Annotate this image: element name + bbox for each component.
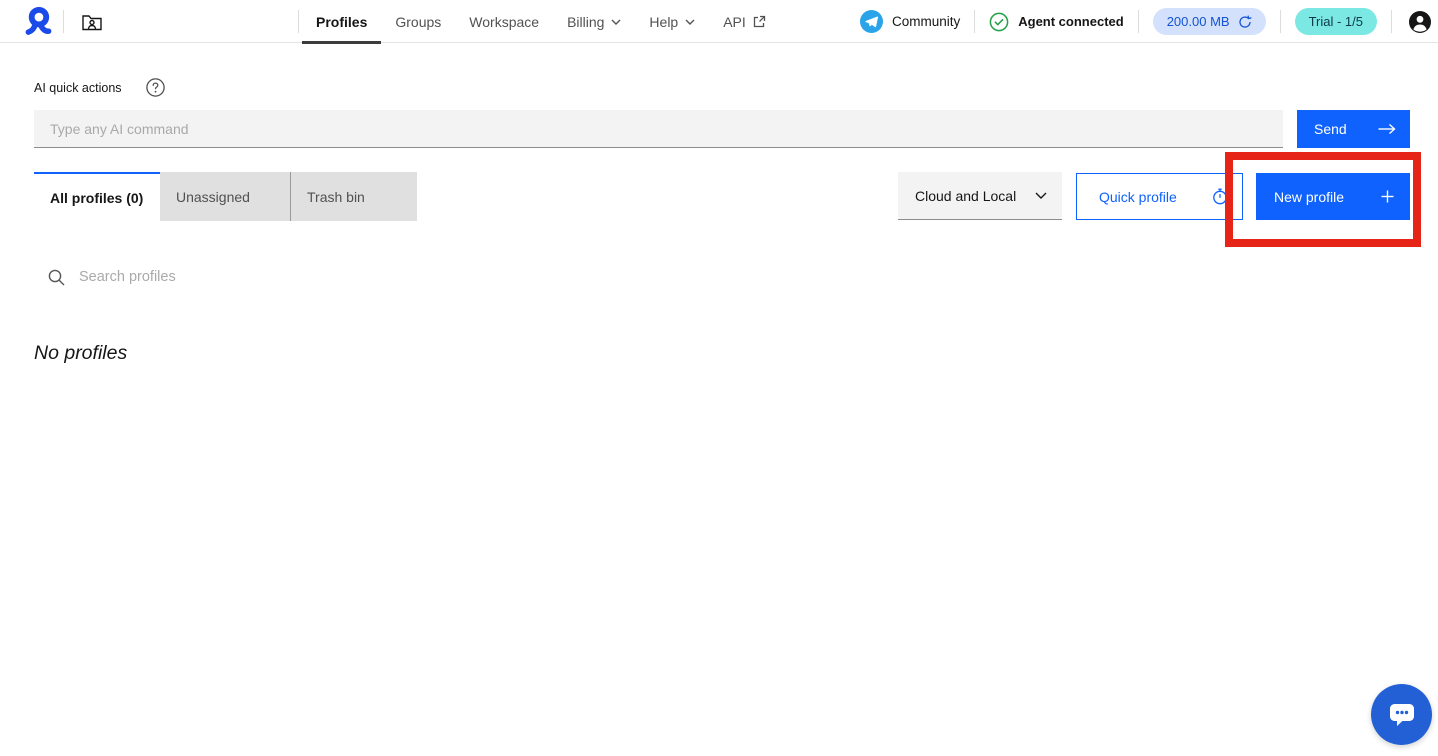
new-profile-button[interactable]: New profile <box>1256 173 1410 220</box>
community-label: Community <box>892 14 960 29</box>
nav-label: Groups <box>395 14 441 30</box>
tab-trash-bin[interactable]: Trash bin <box>290 172 417 221</box>
empty-state-message: No profiles <box>34 342 127 365</box>
send-button[interactable]: Send <box>1297 110 1410 148</box>
send-button-label: Send <box>1314 121 1347 137</box>
nav-label: Profiles <box>316 14 367 30</box>
main-nav: Profiles Groups Workspace Billing Help A… <box>302 0 780 43</box>
telegram-icon <box>860 10 883 33</box>
nav-label: API <box>723 14 746 30</box>
nav-label: Billing <box>567 14 604 30</box>
traffic-balance-value: 200.00 MB <box>1167 14 1230 29</box>
header-divider <box>1280 10 1281 33</box>
nav-link-api[interactable]: API <box>709 0 780 43</box>
quick-profile-label: Quick profile <box>1099 189 1177 205</box>
nav-menu-billing[interactable]: Billing <box>553 0 635 43</box>
tab-unassigned[interactable]: Unassigned <box>160 172 290 221</box>
trial-plan-label: Trial - 1/5 <box>1309 14 1363 29</box>
header-right-cluster: Community Agent connected 200.00 MB <box>860 0 1432 43</box>
search-profiles-input[interactable] <box>79 262 439 292</box>
octo-logo-icon[interactable] <box>21 5 54 38</box>
agent-status: Agent connected <box>989 12 1123 32</box>
support-chat-button[interactable] <box>1371 684 1432 745</box>
chevron-down-icon <box>1035 192 1047 199</box>
arrow-right-icon <box>1378 123 1396 135</box>
quick-profile-button[interactable]: Quick profile <box>1076 173 1243 220</box>
nav-tab-groups[interactable]: Groups <box>381 0 455 43</box>
help-tooltip-icon[interactable] <box>146 78 165 97</box>
nav-tab-workspace[interactable]: Workspace <box>455 0 553 43</box>
top-navbar: Profiles Groups Workspace Billing Help A… <box>0 0 1438 43</box>
nav-label: Help <box>649 14 678 30</box>
app-window: Profiles Groups Workspace Billing Help A… <box>0 0 1438 756</box>
filter-selected-value: Cloud and Local <box>915 188 1016 204</box>
header-divider <box>1391 10 1392 33</box>
account-avatar-icon[interactable] <box>1408 10 1432 34</box>
tab-label: Unassigned <box>176 189 250 205</box>
external-link-icon <box>753 15 766 28</box>
folder-profiles-icon[interactable] <box>79 10 105 34</box>
profile-search-row <box>48 262 439 292</box>
stopwatch-icon <box>1212 188 1228 205</box>
trial-plan-pill[interactable]: Trial - 1/5 <box>1295 8 1377 35</box>
profile-type-filter-dropdown[interactable]: Cloud and Local <box>898 172 1062 220</box>
header-divider <box>298 10 299 33</box>
new-profile-label: New profile <box>1274 189 1344 205</box>
header-divider <box>63 10 64 33</box>
nav-tab-profiles[interactable]: Profiles <box>302 0 381 43</box>
chevron-down-icon <box>611 19 621 25</box>
header-divider <box>1138 10 1139 33</box>
tab-all-profiles[interactable]: All profiles (0) <box>34 172 160 221</box>
refresh-icon[interactable] <box>1238 15 1252 29</box>
nav-label: Workspace <box>469 14 539 30</box>
traffic-balance-pill[interactable]: 200.00 MB <box>1153 8 1266 35</box>
ai-quick-actions-row: AI quick actions <box>34 78 165 97</box>
chevron-down-icon <box>685 19 695 25</box>
plus-icon <box>1381 190 1394 203</box>
agent-status-label: Agent connected <box>1018 14 1123 29</box>
community-link[interactable]: Community <box>860 10 960 33</box>
chat-bubble-icon <box>1388 702 1416 728</box>
tab-label: All profiles (0) <box>50 190 143 206</box>
nav-menu-help[interactable]: Help <box>635 0 709 43</box>
header-divider <box>974 10 975 33</box>
ai-command-input[interactable] <box>34 110 1283 148</box>
search-icon <box>48 269 65 286</box>
tab-label: Trash bin <box>307 189 365 205</box>
check-circle-icon <box>989 12 1009 32</box>
ai-quick-actions-label: AI quick actions <box>34 81 122 95</box>
